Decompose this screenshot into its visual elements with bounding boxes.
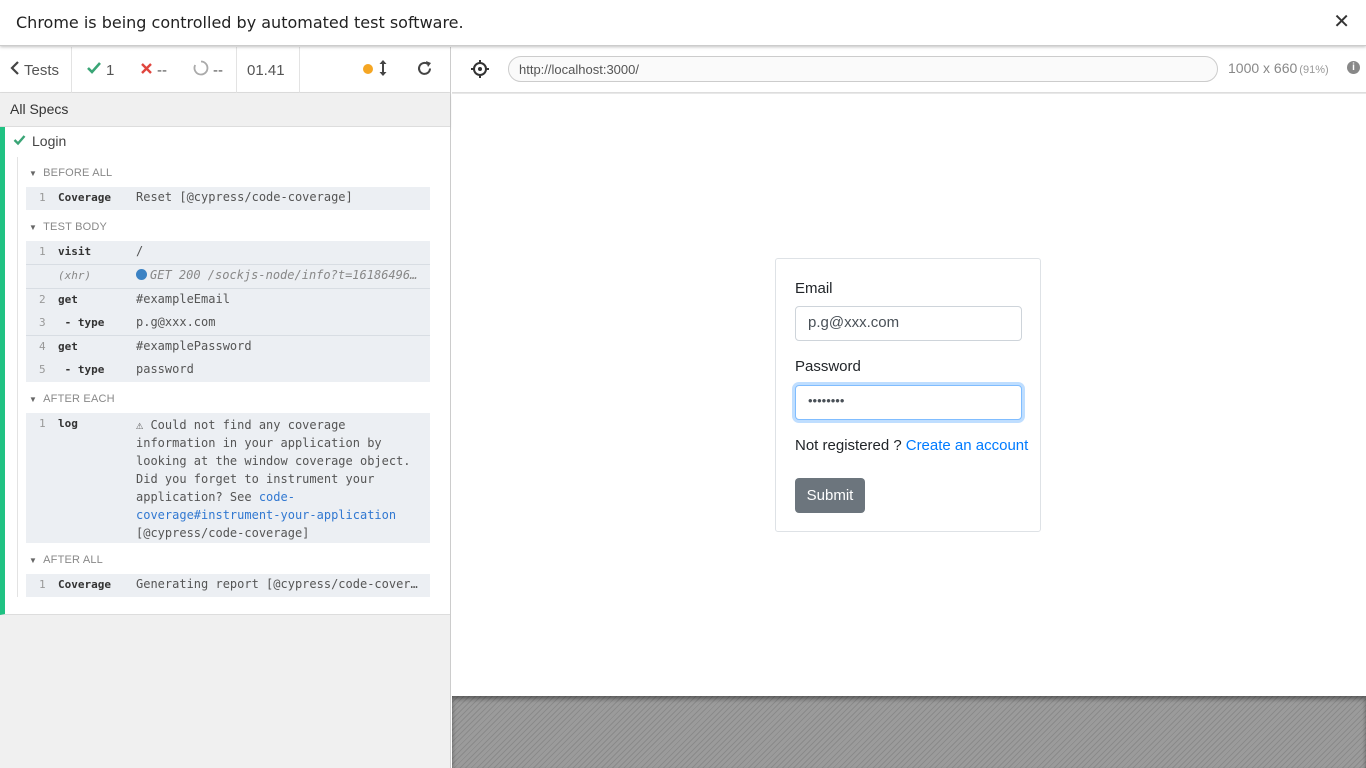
- command-row-xhr[interactable]: (xhr) GET 200 /sockjs-node/info?t=161864…: [26, 265, 430, 288]
- command-row[interactable]: 4 get #examplePassword: [26, 336, 430, 359]
- check-icon: [86, 61, 102, 79]
- command-group: 1 log ⚠ Could not find any coverage info…: [26, 413, 430, 543]
- command-row[interactable]: 3 - type p.g@xxx.com: [26, 312, 430, 335]
- caret-down-icon: ▼: [29, 222, 38, 232]
- command-row[interactable]: 1 visit /: [26, 241, 430, 264]
- command-row[interactable]: 2 get #exampleEmail: [26, 289, 430, 312]
- reload-icon: [416, 60, 433, 81]
- caret-down-icon: ▼: [29, 555, 38, 565]
- info-icon[interactable]: i: [1347, 61, 1360, 74]
- password-field[interactable]: ••••••••: [795, 385, 1022, 420]
- infobar-text: Chrome is being controlled by automated …: [16, 13, 464, 32]
- email-field[interactable]: p.g@xxx.com: [795, 306, 1022, 341]
- login-form: Email p.g@xxx.com Password •••••••• Not …: [775, 258, 1041, 532]
- caret-down-icon: ▼: [29, 168, 38, 178]
- password-label: Password: [795, 358, 861, 375]
- aut-header: http://localhost:3000/ 1000 x 660 (91%) i: [452, 47, 1366, 93]
- pending-circle-icon: [193, 60, 209, 80]
- all-specs-header[interactable]: All Specs: [0, 93, 450, 127]
- not-registered-text: Not registered ? Create an account: [795, 437, 1029, 454]
- selector-playground-icon[interactable]: [470, 59, 490, 79]
- email-label: Email: [795, 280, 833, 297]
- submit-button[interactable]: Submit: [795, 478, 865, 513]
- stats-bar: Tests 1 -- -- 01.41: [0, 47, 450, 93]
- auto-scroll-toggle[interactable]: [362, 47, 392, 93]
- xhr-status-dot-icon: [136, 269, 147, 280]
- tests-button[interactable]: Tests: [10, 47, 70, 93]
- automation-infobar: Chrome is being controlled by automated …: [0, 0, 1366, 46]
- hook-after-each[interactable]: ▼ AFTER EACH: [29, 393, 115, 405]
- duration: 01.41: [247, 61, 285, 79]
- caret-down-icon: ▼: [29, 394, 38, 404]
- viewport-size: 1000 x 660 (91%): [1228, 60, 1329, 76]
- reporter-panel: Tests 1 -- -- 01.41 All Specs Login ▼ BE…: [0, 47, 451, 768]
- app-under-test-frame: Email p.g@xxx.com Password •••••••• Not …: [452, 93, 1366, 696]
- suite-title-text: Login: [32, 133, 67, 149]
- x-icon: [140, 62, 153, 79]
- command-row[interactable]: 1 Coverage Reset [@cypress/code-coverage…: [26, 187, 430, 210]
- command-group: 1 Coverage Reset [@cypress/code-coverage…: [26, 187, 430, 210]
- passed-count: 1: [86, 47, 114, 93]
- hook-test-body[interactable]: ▼ TEST BODY: [29, 221, 107, 233]
- command-row[interactable]: 1 Coverage Generating report [@cypress/c…: [26, 574, 430, 597]
- hook-before-all[interactable]: ▼ BEFORE ALL: [29, 167, 112, 179]
- chevron-left-icon: [10, 61, 20, 79]
- arrows-vertical-icon: [378, 59, 388, 81]
- command-group: 1 visit / (xhr) GET 200 /sockjs-node/inf…: [26, 241, 430, 382]
- runnable-suite: Login ▼ BEFORE ALL 1 Coverage Reset [@cy…: [0, 127, 450, 615]
- command-group: 1 Coverage Generating report [@cypress/c…: [26, 574, 430, 597]
- tests-label: Tests: [24, 61, 60, 79]
- url-bar[interactable]: http://localhost:3000/: [508, 56, 1218, 82]
- close-icon[interactable]: ✕: [1333, 12, 1350, 32]
- check-icon: [13, 134, 26, 149]
- command-row-log[interactable]: 1 log ⚠ Could not find any coverage info…: [26, 413, 430, 543]
- suite-title[interactable]: Login: [13, 133, 66, 149]
- viewport-background: [452, 696, 1366, 768]
- status-dot-icon: [362, 62, 374, 79]
- pending-count: --: [193, 47, 223, 93]
- failed-count: --: [140, 47, 167, 93]
- reload-button[interactable]: [416, 47, 433, 93]
- command-row[interactable]: 5 - type password: [26, 359, 430, 382]
- create-account-link[interactable]: Create an account: [906, 437, 1029, 454]
- hook-after-all[interactable]: ▼ AFTER ALL: [29, 554, 103, 566]
